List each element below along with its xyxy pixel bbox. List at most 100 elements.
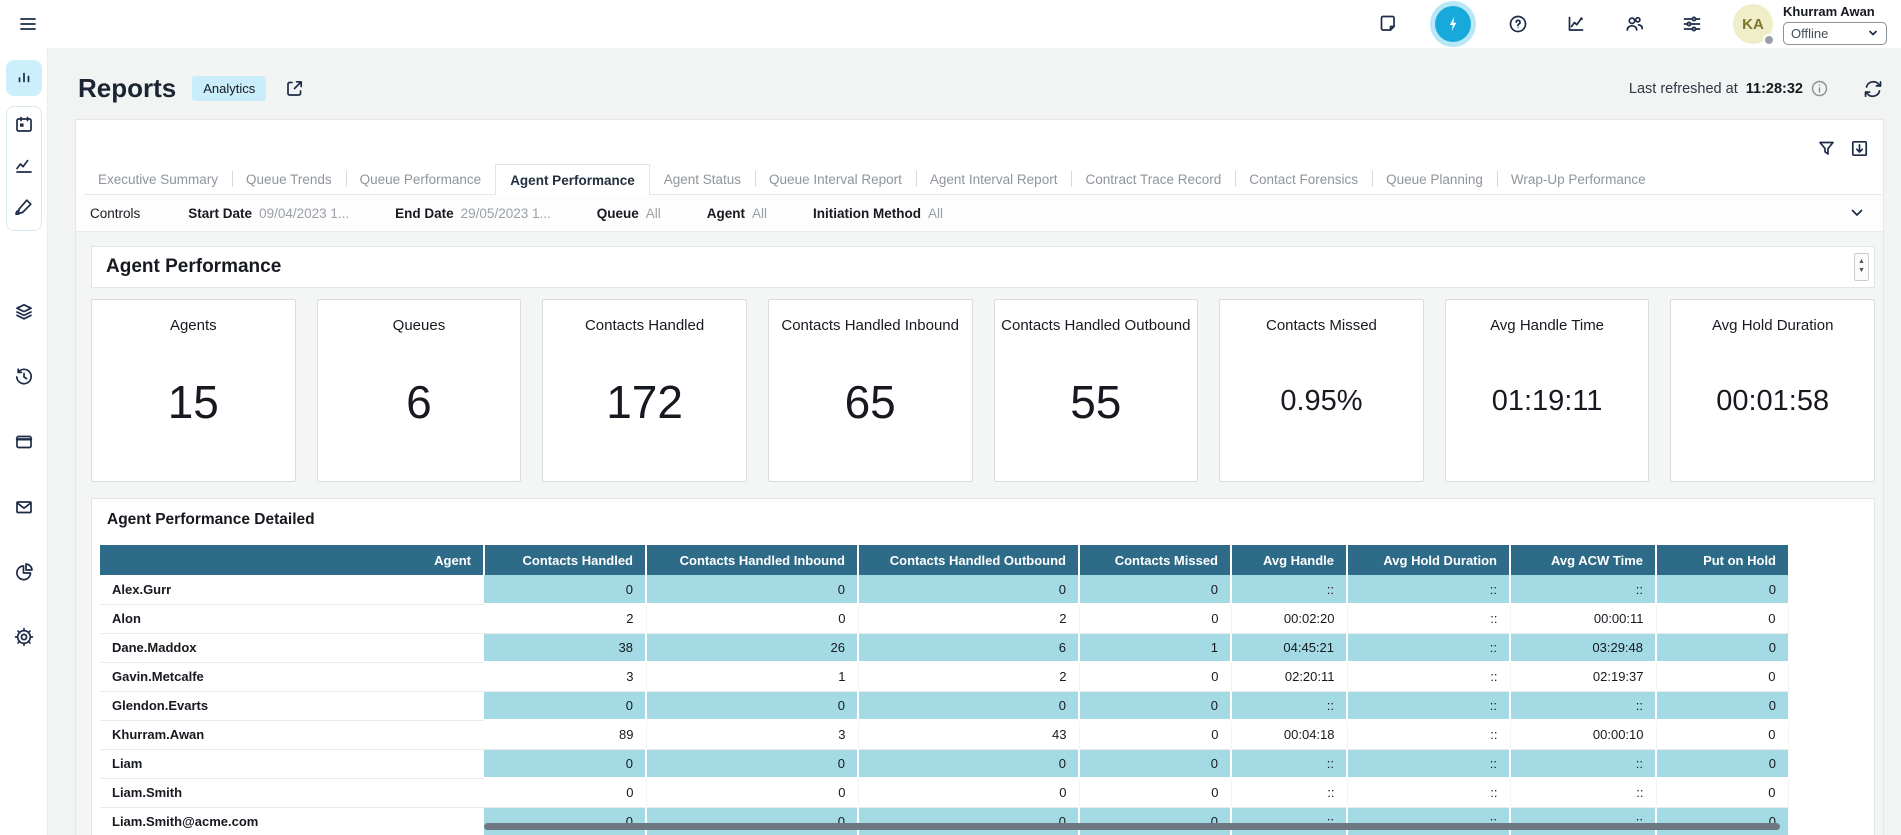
status-select[interactable]: Offline [1783,22,1887,45]
contacts-outbound-cell: 0 [858,778,1079,807]
tab-label: Executive Summary [98,172,218,187]
contacts-outbound-cell: 2 [858,662,1079,691]
contacts-handled-cell: 38 [484,633,646,662]
avg-handle-cell: :: [1231,807,1347,835]
status-select-value: Offline [1791,26,1828,41]
sidebar-item-calendar[interactable] [13,114,35,141]
stepper-control[interactable]: ▲▼ [1854,253,1869,281]
sidebar-item-pie[interactable] [13,561,35,588]
put-on-hold-cell: 0 [1656,778,1788,807]
refresh-area: Last refreshed at 11:28:32 [1629,78,1884,100]
avg-acw-cell: 02:19:37 [1510,662,1656,691]
avg-hold-cell: :: [1347,575,1510,604]
tab-label: Agent Status [664,172,741,187]
tab[interactable]: Queue Trends [232,164,346,194]
tab[interactable]: Contact Forensics [1235,164,1372,194]
avg-hold-cell: :: [1347,662,1510,691]
tab[interactable]: Queue Interval Report [755,164,916,194]
kpi-label: Avg Handle Time [1490,317,1604,334]
sidebar-item-mail[interactable] [13,496,35,523]
control-filter[interactable]: Start Date 09/04/2023 1... [188,206,349,221]
report-title: Agent Performance [106,256,281,278]
sidebar-item-design[interactable] [13,196,35,223]
contacts-outbound-cell: 43 [858,720,1079,749]
contacts-inbound-cell: 0 [646,749,858,778]
tab-label: Agent Performance [510,173,635,188]
sidebar-item-browser[interactable] [13,431,35,458]
avg-handle-cell: 00:04:18 [1231,720,1347,749]
top-bar-actions: KA Khurram Awan Offline [1377,4,1887,45]
sidebar [0,48,48,835]
filter-label: End Date [395,206,454,221]
control-filter[interactable]: End Date 29/05/2023 1... [395,206,551,221]
tab[interactable]: Wrap-Up Performance [1497,164,1660,194]
tab[interactable]: Queue Planning [1372,164,1497,194]
external-link-icon[interactable] [284,78,305,99]
avatar-initials: KA [1742,16,1764,33]
control-filter[interactable]: Agent All [707,206,767,221]
help-icon[interactable] [1507,13,1529,35]
note-icon[interactable] [1377,13,1399,35]
contacts-missed-cell: 0 [1079,604,1231,633]
horizontal-scrollbar[interactable] [484,823,1780,830]
page-title: Reports [78,73,176,104]
contacts-inbound-cell: 0 [646,604,858,633]
avg-acw-cell: 00:00:10 [1510,720,1656,749]
download-icon[interactable] [1850,139,1869,158]
mail-icon [13,496,35,518]
kpi-label: Agents [170,317,217,334]
contacts-missed-cell: 0 [1079,720,1231,749]
chevron-down-icon [1867,27,1879,39]
control-filter[interactable]: Queue All [597,206,661,221]
tab[interactable]: Contract Trace Record [1071,164,1235,194]
tab-label: Contract Trace Record [1085,172,1221,187]
flash-icon[interactable] [1435,6,1471,42]
sidebar-item-layers[interactable] [13,301,35,328]
refresh-icon[interactable] [1862,78,1884,100]
tab[interactable]: Agent Status [650,164,755,194]
column-header: Avg ACW Time [1510,545,1656,575]
sidebar-item-settings[interactable] [13,626,35,653]
tab[interactable]: Agent Interval Report [916,164,1072,194]
sidebar-item-trends[interactable] [13,155,35,182]
kpi-card: Queues 6 [317,299,522,482]
filter-label: Initiation Method [813,206,921,221]
contacts-missed-cell: 0 [1079,778,1231,807]
top-bar: KA Khurram Awan Offline [0,0,1901,48]
sidebar-item-reports[interactable] [6,60,42,96]
controls-collapse-chevron-icon[interactable] [1847,203,1867,223]
tab[interactable]: Executive Summary [84,164,232,194]
kpi-value: 55 [1070,334,1121,481]
users-icon[interactable] [1623,13,1645,35]
bar-chart-icon [13,67,35,89]
filter-icon[interactable] [1817,139,1836,158]
contacts-outbound-cell: 2 [858,604,1079,633]
contacts-inbound-cell: 0 [646,691,858,720]
tab[interactable]: Agent Performance [495,164,650,195]
sliders-icon[interactable] [1681,13,1703,35]
tab[interactable]: Queue Performance [346,164,496,194]
kpi-label: Avg Hold Duration [1712,317,1833,334]
avg-hold-cell: :: [1347,778,1510,807]
hamburger-icon[interactable] [17,13,39,35]
avg-handle-cell: :: [1231,575,1347,604]
avatar[interactable]: KA [1733,4,1773,44]
metrics-icon[interactable] [1565,13,1587,35]
put-on-hold-cell: 0 [1656,633,1788,662]
info-icon[interactable] [1811,80,1828,97]
kpi-value: 00:01:58 [1716,334,1829,481]
agent-performance-table: AgentContacts HandledContacts Handled In… [100,545,1789,835]
filter-label: Queue [597,206,639,221]
avg-acw-cell: :: [1510,778,1656,807]
kpi-label: Contacts Handled [585,317,704,334]
agent-name-cell: Khurram.Awan [100,720,484,749]
contacts-handled-cell: 0 [484,575,646,604]
contacts-missed-cell: 0 [1079,662,1231,691]
control-filter[interactable]: Initiation Method All [813,206,943,221]
page-header: Reports Analytics Last refreshed at 11:2… [48,48,1901,119]
table-row: Khurram.Awan 89 3 43 0 00:04:18 :: 00:00… [100,720,1788,749]
table-row: Alon 2 0 2 0 00:02:20 :: 00:00:11 0 [100,604,1788,633]
agent-name-cell: Glendon.Evarts [100,691,484,720]
sidebar-item-history[interactable] [13,366,35,393]
table-header-row: AgentContacts HandledContacts Handled In… [100,545,1788,575]
